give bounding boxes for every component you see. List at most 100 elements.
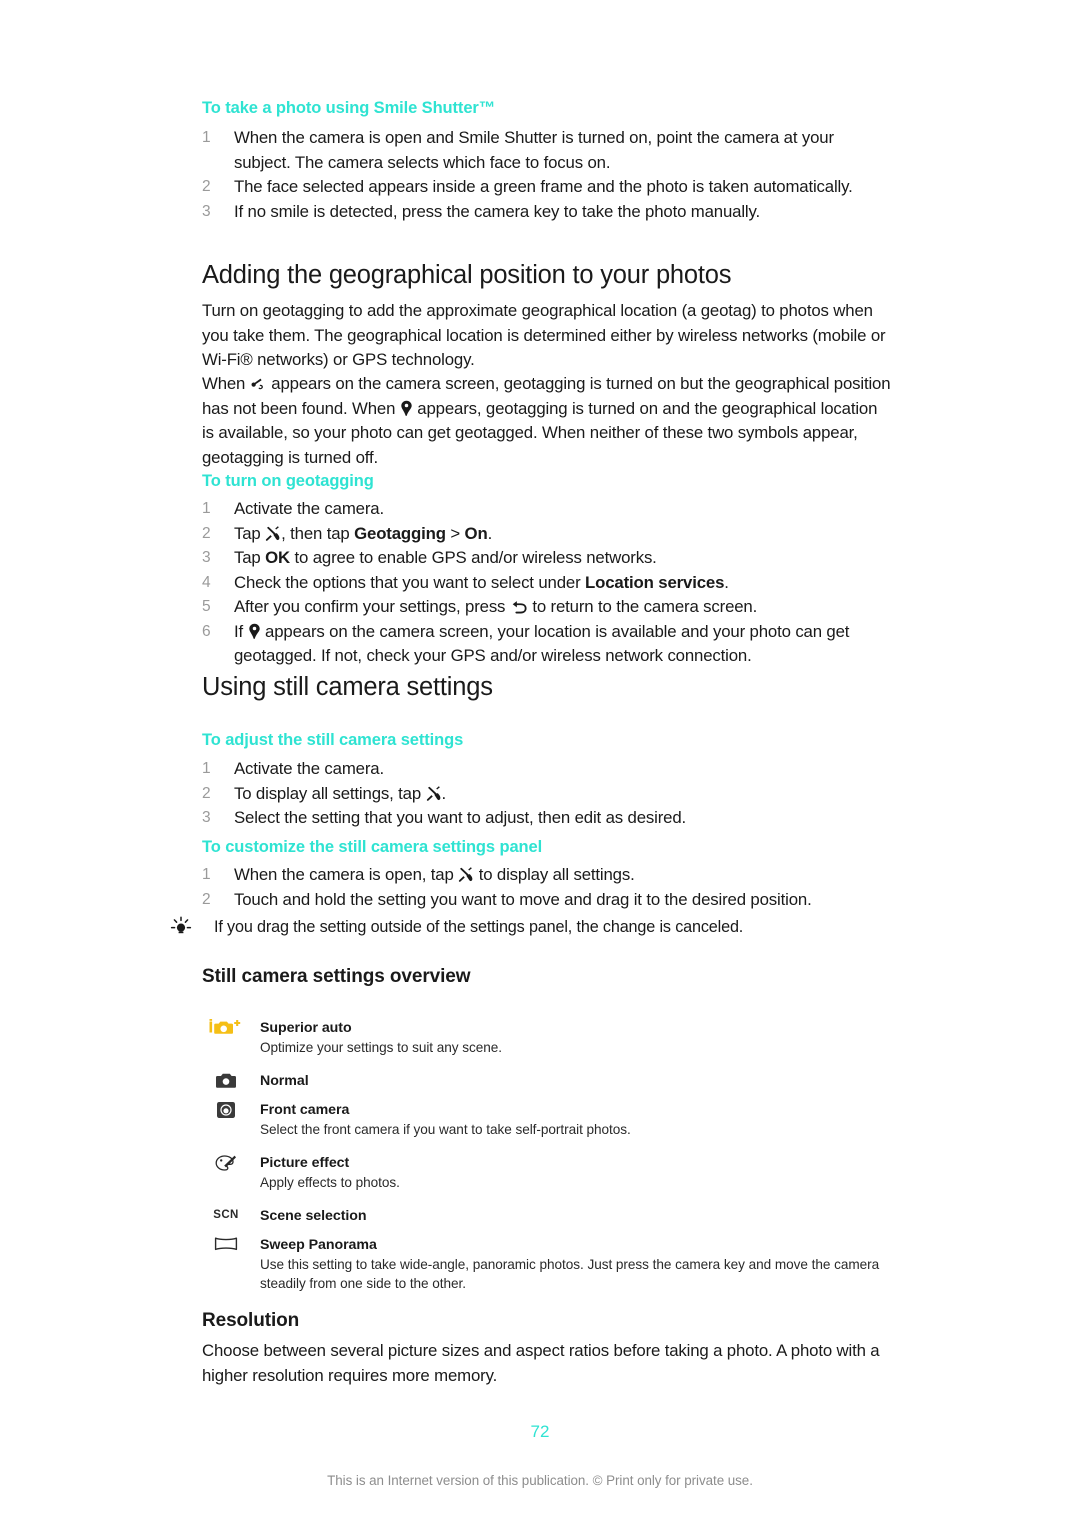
step-item: 1 When the camera is open, tap to display… (202, 863, 892, 888)
still-settings-section-title: Using still camera settings (202, 673, 493, 701)
step-item: 1 Activate the camera. (202, 497, 892, 522)
step-bold-location-services: Location services (585, 572, 725, 592)
step-number: 6 (202, 622, 211, 640)
back-arrow-icon (510, 600, 528, 615)
step-bold-geotagging: Geotagging (354, 523, 446, 543)
step-text: , then tap (281, 523, 355, 543)
step-item: 5 After you confirm your settings, press … (202, 595, 892, 620)
step-number: 1 (202, 760, 211, 777)
smile-shutter-steps: 1 When the camera is open and Smile Shutt… (202, 126, 892, 224)
list-item: Normal (202, 1072, 892, 1091)
list-item-name: Front camera (260, 1102, 350, 1118)
tools-settings-icon (265, 525, 281, 542)
step-text: Tap (234, 523, 266, 543)
customize-panel-steps: 1 When the camera is open, tap to display… (202, 863, 892, 912)
step-number: 3 (202, 202, 211, 220)
step-number: 3 (202, 549, 211, 566)
step-item: 1 Activate the camera. (202, 757, 892, 782)
step-bold-on: On (464, 523, 488, 543)
step-text: Select the setting that you want to adju… (234, 808, 687, 827)
resolution-paragraph: Choose between several picture sizes and… (202, 1341, 880, 1385)
step-number: 3 (202, 809, 211, 826)
location-pin-icon (400, 400, 413, 417)
step-bold-ok: OK (265, 548, 290, 567)
step-text: The face selected appears inside a green… (234, 177, 853, 196)
smile-shutter-procedure-title: To take a photo using Smile Shutter™ (202, 99, 496, 117)
camera-normal-icon (206, 1072, 246, 1094)
step-text: To display all settings, tap (234, 783, 426, 803)
step-text: . (724, 572, 729, 592)
front-camera-icon (206, 1101, 246, 1123)
step-item: 6 If appears on the camera screen, your l… (202, 620, 892, 669)
step-number: 5 (202, 598, 211, 615)
step-text: . (487, 523, 493, 543)
step-item: 3 If no smile is detected, press the came… (202, 200, 892, 225)
step-text: appears on the camera screen, your locat… (234, 621, 850, 666)
manual-page: To take a photo using Smile Shutter™ 1 Wh… (0, 0, 1080, 1527)
step-number: 2 (202, 890, 211, 908)
geotagging-paragraph-2: When appears on the camera screen, geota… (202, 372, 892, 470)
turn-on-geotagging-procedure-title: To turn on geotagging (202, 472, 374, 490)
step-text: to return to the camera screen. (527, 597, 758, 616)
page-number: 72 (530, 1422, 550, 1441)
step-number: 1 (202, 500, 211, 517)
list-item-name: Normal (260, 1073, 309, 1089)
step-text: > (445, 523, 465, 543)
tools-settings-icon (458, 867, 474, 883)
step-item: 2 The face selected appears inside a gree… (202, 175, 892, 200)
sweep-panorama-icon (206, 1236, 246, 1258)
scene-selection-icon: SCN (213, 1209, 239, 1221)
step-text: Activate the camera. (234, 759, 384, 778)
step-text: . (441, 783, 447, 803)
customize-panel-procedure-title: To customize the still camera settings p… (202, 838, 543, 856)
step-text: If (234, 621, 248, 641)
step-item: 4 Check the options that you want to sele… (202, 571, 892, 596)
step-item: 3 Select the setting that you want to adj… (202, 806, 892, 831)
tools-settings-icon (426, 785, 442, 802)
paragraph-text: When (202, 374, 250, 393)
step-text: Touch and hold the setting you want to m… (234, 889, 812, 909)
list-item: SCN Scene selection (202, 1207, 892, 1226)
step-text: Tap (234, 548, 266, 567)
step-text: Check the options that you want to selec… (234, 572, 586, 592)
list-item-desc: Select the front camera if you want to t… (260, 1122, 631, 1137)
adjust-settings-procedure-title: To adjust the still camera settings (202, 731, 464, 749)
step-number: 2 (202, 178, 211, 195)
step-item: 1 When the camera is open and Smile Shutt… (202, 126, 892, 175)
step-number: 1 (202, 866, 211, 883)
turn-on-geotagging-steps: 1 Activate the camera. 2 Tap , then tap Ge… (202, 497, 892, 669)
light-bulb-icon (170, 916, 192, 945)
gps-searching-icon (250, 375, 267, 392)
list-item-desc: Apply effects to photos. (260, 1175, 400, 1190)
list-item-name: Scene selection (260, 1208, 367, 1224)
list-item: Picture effect Apply effects to photos. (202, 1154, 892, 1192)
geotagging-section-title: Adding the geographical position to your… (202, 261, 732, 289)
step-text: If no smile is detected, press the camer… (234, 201, 761, 221)
footer-note: This is an Internet version of this publ… (327, 1473, 753, 1488)
list-item-desc: Optimize your settings to suit any scene… (260, 1040, 502, 1055)
step-number: 4 (202, 573, 211, 591)
step-number: 2 (202, 524, 211, 542)
resolution-title: Resolution (202, 1310, 300, 1331)
adjust-settings-block: To adjust the still camera settings (202, 731, 892, 750)
step-number: 2 (202, 784, 211, 802)
overview-title: Still camera settings overview (202, 966, 471, 987)
list-item-desc: Use this setting to take wide-angle, pan… (260, 1257, 880, 1291)
adjust-settings-steps: 1 Activate the camera. 2 To display all se… (202, 757, 892, 831)
tip-text: If you drag the setting outside of the s… (214, 918, 744, 936)
list-item-name: Superior auto (260, 1020, 352, 1036)
smile-shutter-section: To take a photo using Smile Shutter™ (202, 99, 892, 118)
step-text: Activate the camera. (234, 499, 384, 518)
step-item: 2 To display all settings, tap . (202, 782, 892, 807)
list-item-name: Sweep Panorama (260, 1237, 377, 1253)
location-pin-icon (248, 623, 261, 640)
step-text: When the camera is open and Smile Shutte… (234, 128, 834, 172)
step-item: 2 Touch and hold the setting you want to … (202, 888, 892, 913)
list-item: Front camera Select the front camera if … (202, 1101, 892, 1139)
list-item: Superior auto Optimize your settings to … (202, 1019, 892, 1057)
step-text: After you confirm your settings, press (234, 597, 510, 616)
step-text: to agree to enable GPS and/or wireless n… (290, 548, 657, 567)
overview-list: Superior auto Optimize your settings to … (202, 1019, 892, 1308)
step-text: to display all settings. (474, 865, 635, 884)
geotagging-paragraph-1: Turn on geotagging to add the approximat… (202, 301, 886, 369)
